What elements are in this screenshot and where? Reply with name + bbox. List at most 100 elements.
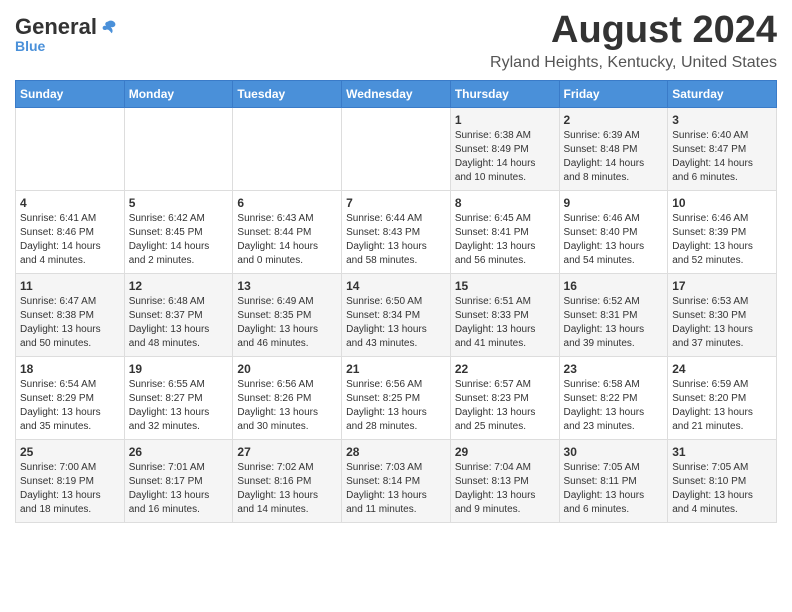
day-number: 17 <box>672 279 772 293</box>
calendar-body: 1Sunrise: 6:38 AM Sunset: 8:49 PM Daylig… <box>16 107 777 522</box>
calendar-week-3: 11 Sunrise: 6:47 AM Sunset: 8:38 PM Dayli… <box>16 273 777 356</box>
day-number: 18 <box>20 362 120 376</box>
day-info: Sunrise: 7:02 AM Sunset: 8:16 PM Dayligh… <box>237 461 337 517</box>
day-info: Sunrise: 6:55 AM Sunset: 8:27 PM Dayligh… <box>129 378 229 434</box>
day-header-friday: Friday <box>559 80 668 107</box>
day-info: Sunrise: 6:56 AM Sunset: 8:26 PM Dayligh… <box>237 378 337 434</box>
day-number: 5 <box>129 196 229 210</box>
day-header-monday: Monday <box>124 80 233 107</box>
calendar-cell: 28Sunrise: 7:03 AM Sunset: 8:14 PM Dayli… <box>342 439 451 522</box>
day-number: 26 <box>129 445 229 459</box>
day-info: Sunrise: 6:48 AM Sunset: 8:37 PM Dayligh… <box>129 295 229 351</box>
day-number: 14 <box>346 279 446 293</box>
day-header-sunday: Sunday <box>16 80 125 107</box>
day-number: 28 <box>346 445 446 459</box>
day-info: Sunrise: 6:54 AM Sunset: 8:29 PM Dayligh… <box>20 378 120 434</box>
day-number: 30 <box>564 445 664 459</box>
day-info: Sunrise: 7:04 AM Sunset: 8:13 PM Dayligh… <box>455 461 555 517</box>
calendar-cell: 4 Sunrise: 6:41 AM Sunset: 8:46 PM Daylig… <box>16 190 125 273</box>
day-number: 10 <box>672 196 772 210</box>
day-number: 16 <box>564 279 664 293</box>
day-number: 6 <box>237 196 337 210</box>
day-info: Sunrise: 6:53 AM Sunset: 8:30 PM Dayligh… <box>672 295 772 351</box>
calendar-cell: 20 Sunrise: 6:56 AM Sunset: 8:26 PM Dayli… <box>233 356 342 439</box>
logo-blue-text: Blue <box>15 38 45 54</box>
calendar-cell: 15 Sunrise: 6:51 AM Sunset: 8:33 PM Dayli… <box>450 273 559 356</box>
calendar-table: SundayMondayTuesdayWednesdayThursdayFrid… <box>15 80 777 523</box>
day-info: Sunrise: 6:57 AM Sunset: 8:23 PM Dayligh… <box>455 378 555 434</box>
logo-general-text: General <box>15 14 97 40</box>
calendar-cell: 30Sunrise: 7:05 AM Sunset: 8:11 PM Dayli… <box>559 439 668 522</box>
day-info: Sunrise: 7:01 AM Sunset: 8:17 PM Dayligh… <box>129 461 229 517</box>
calendar-cell: 16 Sunrise: 6:52 AM Sunset: 8:31 PM Dayli… <box>559 273 668 356</box>
day-number: 4 <box>20 196 120 210</box>
day-number: 22 <box>455 362 555 376</box>
day-number: 23 <box>564 362 664 376</box>
day-info: Sunrise: 6:52 AM Sunset: 8:31 PM Dayligh… <box>564 295 664 351</box>
calendar-cell: 27Sunrise: 7:02 AM Sunset: 8:16 PM Dayli… <box>233 439 342 522</box>
calendar-cell: 13 Sunrise: 6:49 AM Sunset: 8:35 PM Dayli… <box>233 273 342 356</box>
day-info: Sunrise: 6:43 AM Sunset: 8:44 PM Dayligh… <box>237 212 337 268</box>
day-number: 29 <box>455 445 555 459</box>
calendar-week-2: 4 Sunrise: 6:41 AM Sunset: 8:46 PM Daylig… <box>16 190 777 273</box>
calendar-cell <box>124 107 233 190</box>
page-header: General Blue August 2024 Ryland Heights,… <box>15 10 777 72</box>
bird-icon <box>99 18 117 36</box>
day-header-wednesday: Wednesday <box>342 80 451 107</box>
day-info: Sunrise: 6:59 AM Sunset: 8:20 PM Dayligh… <box>672 378 772 434</box>
title-area: August 2024 Ryland Heights, Kentucky, Un… <box>490 10 777 72</box>
day-info: Sunrise: 6:49 AM Sunset: 8:35 PM Dayligh… <box>237 295 337 351</box>
day-number: 12 <box>129 279 229 293</box>
calendar-cell: 17 Sunrise: 6:53 AM Sunset: 8:30 PM Dayli… <box>668 273 777 356</box>
day-number: 20 <box>237 362 337 376</box>
day-info: Sunrise: 6:41 AM Sunset: 8:46 PM Dayligh… <box>20 212 120 268</box>
day-header-tuesday: Tuesday <box>233 80 342 107</box>
day-number: 3 <box>672 113 772 127</box>
calendar-cell: 29 Sunrise: 7:04 AM Sunset: 8:13 PM Dayli… <box>450 439 559 522</box>
calendar-cell: 8Sunrise: 6:45 AM Sunset: 8:41 PM Daylig… <box>450 190 559 273</box>
calendar-cell: 19 Sunrise: 6:55 AM Sunset: 8:27 PM Dayli… <box>124 356 233 439</box>
day-number: 21 <box>346 362 446 376</box>
day-info: Sunrise: 6:38 AM Sunset: 8:49 PM Dayligh… <box>455 129 555 185</box>
calendar-cell: 11 Sunrise: 6:47 AM Sunset: 8:38 PM Dayli… <box>16 273 125 356</box>
day-info: Sunrise: 6:47 AM Sunset: 8:38 PM Dayligh… <box>20 295 120 351</box>
day-info: Sunrise: 6:50 AM Sunset: 8:34 PM Dayligh… <box>346 295 446 351</box>
calendar-cell <box>342 107 451 190</box>
day-number: 2 <box>564 113 664 127</box>
day-info: Sunrise: 6:40 AM Sunset: 8:47 PM Dayligh… <box>672 129 772 185</box>
day-number: 25 <box>20 445 120 459</box>
day-number: 15 <box>455 279 555 293</box>
day-number: 24 <box>672 362 772 376</box>
day-number: 7 <box>346 196 446 210</box>
day-info: Sunrise: 6:58 AM Sunset: 8:22 PM Dayligh… <box>564 378 664 434</box>
calendar-cell: 1Sunrise: 6:38 AM Sunset: 8:49 PM Daylig… <box>450 107 559 190</box>
calendar-cell: 22 Sunrise: 6:57 AM Sunset: 8:23 PM Dayli… <box>450 356 559 439</box>
day-number: 19 <box>129 362 229 376</box>
calendar-cell <box>16 107 125 190</box>
day-info: Sunrise: 6:46 AM Sunset: 8:39 PM Dayligh… <box>672 212 772 268</box>
calendar-cell: 2Sunrise: 6:39 AM Sunset: 8:48 PM Daylig… <box>559 107 668 190</box>
calendar-cell: 9Sunrise: 6:46 AM Sunset: 8:40 PM Daylig… <box>559 190 668 273</box>
calendar-cell: 25 Sunrise: 7:00 AM Sunset: 8:19 PM Dayli… <box>16 439 125 522</box>
location-title: Ryland Heights, Kentucky, United States <box>490 54 777 72</box>
day-number: 8 <box>455 196 555 210</box>
calendar-cell: 7 Sunrise: 6:44 AM Sunset: 8:43 PM Daylig… <box>342 190 451 273</box>
calendar-cell: 5 Sunrise: 6:42 AM Sunset: 8:45 PM Daylig… <box>124 190 233 273</box>
day-info: Sunrise: 7:05 AM Sunset: 8:10 PM Dayligh… <box>672 461 772 517</box>
calendar-cell: 3 Sunrise: 6:40 AM Sunset: 8:47 PM Daylig… <box>668 107 777 190</box>
day-info: Sunrise: 6:51 AM Sunset: 8:33 PM Dayligh… <box>455 295 555 351</box>
calendar-cell: 18 Sunrise: 6:54 AM Sunset: 8:29 PM Dayli… <box>16 356 125 439</box>
day-info: Sunrise: 6:44 AM Sunset: 8:43 PM Dayligh… <box>346 212 446 268</box>
calendar-cell: 24 Sunrise: 6:59 AM Sunset: 8:20 PM Dayli… <box>668 356 777 439</box>
day-number: 11 <box>20 279 120 293</box>
day-number: 13 <box>237 279 337 293</box>
day-number: 31 <box>672 445 772 459</box>
calendar-week-1: 1Sunrise: 6:38 AM Sunset: 8:49 PM Daylig… <box>16 107 777 190</box>
calendar-week-5: 25 Sunrise: 7:00 AM Sunset: 8:19 PM Dayli… <box>16 439 777 522</box>
day-info: Sunrise: 6:46 AM Sunset: 8:40 PM Dayligh… <box>564 212 664 268</box>
calendar-cell <box>233 107 342 190</box>
calendar-cell: 31 Sunrise: 7:05 AM Sunset: 8:10 PM Dayli… <box>668 439 777 522</box>
day-info: Sunrise: 7:00 AM Sunset: 8:19 PM Dayligh… <box>20 461 120 517</box>
day-header-saturday: Saturday <box>668 80 777 107</box>
day-info: Sunrise: 6:42 AM Sunset: 8:45 PM Dayligh… <box>129 212 229 268</box>
